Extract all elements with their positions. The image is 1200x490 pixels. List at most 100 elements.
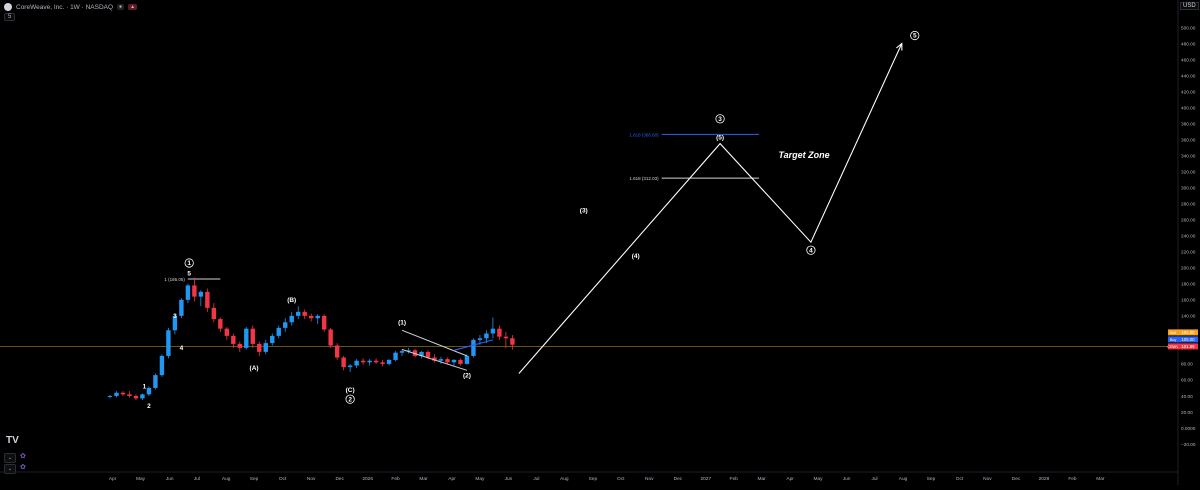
x-tick-label: Feb [730,476,739,482]
candle-body [510,338,515,345]
candle-body [464,355,470,364]
candle-body [334,345,340,358]
x-tick-label: May [475,476,485,482]
candle-body [192,285,197,297]
candle-body [354,360,359,366]
pane-collapse-button[interactable]: ⌄ [4,453,16,463]
x-tick-label: Aug [222,476,231,482]
x-tick-label: Feb [391,476,400,482]
x-tick-label: Sep [250,476,259,482]
price-badge-label: Buy [1170,338,1177,342]
x-tick-label: Oct [617,476,625,482]
fib-level-label: 1 (186.05) [164,277,185,282]
projection-path [518,43,903,374]
candle-body [360,360,366,363]
wave-label: 4 [809,247,813,254]
candle-body [179,299,184,316]
tradingview-logo-icon[interactable]: TV [6,435,19,446]
candle-body [341,357,346,368]
candle-body [153,375,158,388]
interval-button[interactable]: 5 [4,13,16,21]
x-tick-label: Jun [166,476,174,482]
price-chart[interactable]: 1 (186.05) 1.618 (366.60) 1.618 (312.03) 1… [0,0,1200,485]
candle-body [399,351,405,353]
currency-button[interactable]: USD [1180,2,1199,10]
candle-body [127,394,132,396]
candle-body [146,387,152,395]
x-tick-label: Jul [194,476,200,482]
candle-body [133,395,139,399]
candle-body [250,328,255,344]
x-tick-label: Dec [674,476,683,482]
candle-body [367,360,372,363]
y-tick-label: 160.00 [1181,298,1196,303]
candle-body [471,339,476,356]
y-tick-label: 140.00 [1181,314,1196,319]
pane-collapse-button-2[interactable]: ⌄ [4,464,16,474]
candle-body [393,352,398,360]
y-tick-label: 320.00 [1181,169,1196,174]
candle-body [296,311,301,316]
candle-body [159,355,165,376]
candle-body [166,330,171,356]
y-tick-label: 500.00 [1181,25,1196,30]
candle-body [503,336,509,339]
x-tick-label: Jun [505,476,513,482]
coreweave-logo-icon [4,3,12,11]
x-tick-label: Mar [757,476,766,482]
annotation-text: Target Zone [778,150,829,160]
price-badge-label: CRWV [1167,345,1179,349]
y-tick-label: 480.00 [1181,41,1196,46]
x-tick-label: Apr [786,476,794,482]
wave-label: 2 [147,403,151,410]
wave-label: (3) [580,207,588,214]
y-tick-label: 220.00 [1181,250,1196,255]
candle-body [211,307,217,320]
x-tick-label: Oct [279,476,287,482]
symbol-header: CoreWeave, Inc. · 1W · NASDAQ ● ▲ [4,2,138,12]
x-tick-label: May [814,476,824,482]
y-tick-label: 240.00 [1181,234,1196,239]
x-tick-label: Mar [419,476,428,482]
candle-body [120,392,126,395]
candle-body [477,338,483,340]
candle-body [451,359,457,363]
wave-label: 3 [173,313,177,320]
indicator-icon-2[interactable]: ✿ [20,463,26,471]
candle-body [315,315,320,319]
candle-body [458,359,463,364]
price-badge-value: 105.00 [1181,330,1195,335]
candle-body [114,392,119,396]
x-tick-label: Nov [645,476,654,482]
trendline [401,329,468,357]
y-tick-label: 200.00 [1181,266,1196,271]
wave-label: (C) [346,387,355,394]
candle-body [140,394,145,399]
y-tick-label: −20.00 [1181,442,1196,447]
candle-body [497,328,502,337]
candle-body [244,328,249,348]
candle-body [205,291,210,308]
x-tick-label: 2026 [362,476,373,482]
candle-body [270,335,275,344]
y-tick-label: 340.00 [1181,153,1196,158]
y-tick-label: 0.0000 [1181,426,1196,431]
x-tick-label: 2028 [1039,476,1050,482]
x-tick-label: Dec [1012,476,1021,482]
x-tick-label: Dec [335,476,344,482]
y-tick-label: 80.00 [1181,362,1193,367]
wave-label: 3 [718,116,722,123]
wave-label: (2) [463,372,471,379]
candle-body [386,359,392,364]
candle-body [490,328,496,334]
indicator-icon[interactable]: ✿ [20,452,26,460]
chart-container[interactable]: 1 (186.05) 1.618 (366.60) 1.618 (312.03) 1… [0,0,1200,485]
status-badge: ● [117,4,125,10]
y-tick-label: 60.00 [1181,378,1193,383]
candle-body [289,315,294,323]
price-badge-label: Sell [1170,331,1176,335]
price-badge-value: 101.89 [1181,344,1195,349]
symbol-title[interactable]: CoreWeave, Inc. · 1W · NASDAQ [16,4,113,11]
y-tick-label: 40.00 [1181,394,1193,399]
y-tick-label: 400.00 [1181,105,1196,110]
